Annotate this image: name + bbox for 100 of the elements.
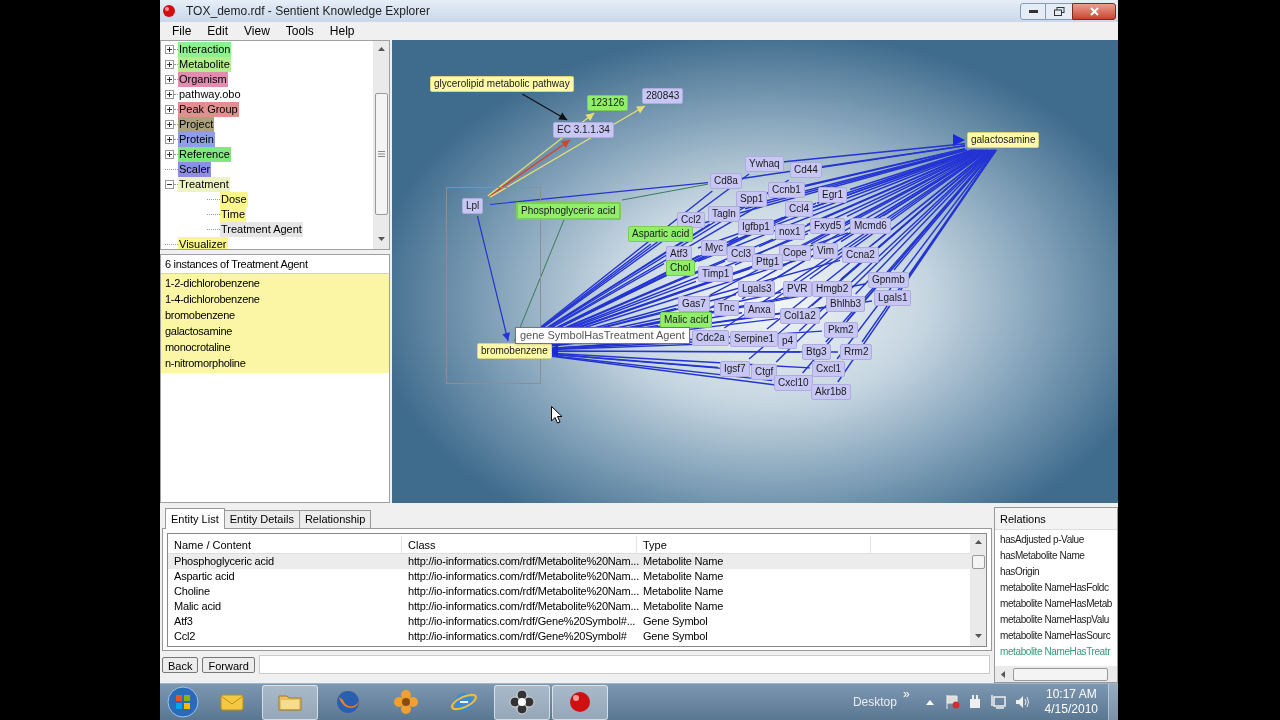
tree-item[interactable]: Time	[220, 207, 247, 222]
graph-node[interactable]: Igsf7	[720, 361, 750, 377]
graph-node[interactable]: Ccna2	[842, 247, 879, 263]
graph-node[interactable]: Pkm2	[824, 322, 858, 338]
nav-button[interactable]: Back	[162, 656, 199, 673]
tab[interactable]: Entity List	[165, 508, 225, 529]
graph-node[interactable]: glycerolipid metabolic pathway	[430, 76, 574, 92]
graph-node[interactable]: Cdc2a	[692, 330, 729, 346]
graph-node[interactable]: Mcmd6	[850, 218, 891, 234]
graph-node[interactable]: 123126	[587, 95, 629, 111]
graph-node[interactable]: Igfbp1	[738, 219, 774, 235]
tree-item[interactable]: Scaler	[178, 162, 212, 177]
list-item[interactable]: metabolite NameHasTreatr	[995, 644, 1117, 660]
graph-node[interactable]: Ctgf	[751, 364, 778, 380]
panel-heading: Relations	[995, 508, 1117, 530]
menu-item[interactable]: Edit	[199, 22, 237, 40]
graph-node[interactable]: bromobenzene	[477, 343, 552, 359]
graph-node[interactable]: Pttg1	[752, 254, 784, 270]
graph-node[interactable]: Cd44	[790, 162, 822, 178]
list-item[interactable]: hasOrigin	[995, 564, 1117, 580]
tree-item[interactable]: Dose	[220, 192, 248, 207]
graph-node[interactable]: Lgals1	[874, 290, 912, 306]
graph-node[interactable]: Bhlhb3	[826, 296, 866, 312]
graph-node[interactable]: Phosphoglyceric acid	[516, 202, 621, 220]
list-item[interactable]: bromobenzene	[161, 307, 389, 323]
tree-item[interactable]: Peak Group	[178, 102, 239, 117]
tree-item[interactable]: Interaction	[178, 42, 232, 57]
menu-item[interactable]: File	[164, 22, 200, 40]
graph-node[interactable]: nox1	[775, 224, 805, 240]
graph-node[interactable]: Ccl2	[677, 212, 705, 228]
graph-node[interactable]: 280843	[642, 88, 684, 104]
column-header[interactable]: Type	[637, 536, 871, 553]
graph-node[interactable]: Cope	[779, 245, 811, 261]
nav-button[interactable]: Forward	[202, 656, 255, 673]
list-item[interactable]: n-nitromorpholine	[161, 355, 389, 371]
tree-item[interactable]: Treatment	[178, 177, 230, 192]
graph-node[interactable]: Rrm2	[840, 344, 873, 360]
list-item[interactable]: monocrotaline	[161, 339, 389, 355]
graph-node[interactable]: Egr1	[818, 187, 848, 203]
tree-item[interactable]: Metabolite	[178, 57, 231, 72]
tab[interactable]: Entity Details	[223, 510, 300, 528]
graph-node[interactable]: Btg3	[802, 344, 831, 360]
list-item[interactable]: metabolite NameHasSourc	[995, 628, 1117, 644]
graph-node[interactable]: Ccnb1	[768, 182, 805, 198]
graph-node[interactable]: galactosamine	[967, 132, 1040, 148]
graph-node[interactable]: Timp1	[698, 266, 734, 282]
graph-node[interactable]: Lgals3	[738, 281, 776, 297]
clock-date[interactable]: 4/15/2010	[1044, 702, 1098, 717]
graph-node[interactable]: p4	[778, 333, 798, 349]
graph-node[interactable]: Cxcl10	[774, 375, 813, 391]
graph-node[interactable]: Tagln	[708, 206, 740, 222]
graph-node[interactable]: Cd8a	[710, 173, 742, 189]
menu-item[interactable]: Help	[321, 22, 363, 40]
graph-node[interactable]: Anxa	[744, 302, 775, 318]
list-item[interactable]: metabolite NameHasFoldc	[995, 580, 1117, 596]
column-header[interactable]: Class	[402, 536, 637, 553]
graph-node[interactable]: Serpine1	[730, 331, 779, 347]
tree-item[interactable]: Project	[178, 117, 215, 132]
graph-node[interactable]: Gas7	[678, 296, 710, 312]
list-item[interactable]: metabolite NameHasMetab	[995, 596, 1117, 612]
table-row[interactable]: Phosphoglyceric acid http://io-informatics.com/rdf/Metabolite%20Nam... Metabolite Name	[168, 554, 970, 569]
table-cell-text: http://io-informatics.com/rdf/Gene%20Symbol#	[407, 629, 628, 644]
tree-item[interactable]: Protein	[178, 132, 215, 147]
menu-item[interactable]: View	[236, 22, 278, 40]
graph-node[interactable]: Ccl3	[727, 246, 755, 262]
graph-node[interactable]: Ywhaq	[745, 156, 784, 172]
tree-item[interactable]: Reference	[178, 147, 231, 162]
graph-node[interactable]: Spp1	[736, 191, 768, 207]
list-item[interactable]: 1-2-dichlorobenzene	[161, 275, 389, 291]
column-header[interactable]: Name / Content	[168, 536, 402, 553]
graph-node[interactable]: Aspartic acid	[628, 226, 694, 242]
graph-node[interactable]: Myc	[701, 240, 728, 256]
graph-node[interactable]: Hmgb2	[812, 281, 853, 297]
graph-node[interactable]: Cxcl1	[812, 361, 845, 377]
graph-node[interactable]: Col1a2	[780, 308, 820, 324]
graph-node[interactable]: Tnc	[714, 300, 739, 316]
graph-node[interactable]: Vim	[813, 243, 839, 259]
graph-node[interactable]: Akr1b8	[811, 384, 851, 400]
tree-item[interactable]: Visualizer	[178, 237, 228, 249]
graph-node[interactable]: Ccl4	[785, 201, 813, 217]
list-item[interactable]: metabolite NameHaspValu	[995, 612, 1117, 628]
graph-node[interactable]: Gpnmb	[868, 272, 909, 288]
table-cell-text: Malic acid	[173, 599, 222, 614]
tree-item[interactable]: Organism	[178, 72, 228, 87]
menu-item[interactable]: Tools	[277, 22, 322, 40]
list-item[interactable]: 1-4-dichlorobenzene	[161, 291, 389, 307]
list-item[interactable]: hasAdjusted p-Value	[995, 532, 1117, 548]
tree-item[interactable]: pathway.obo	[178, 87, 242, 102]
list-item[interactable]: galactosamine	[161, 323, 389, 339]
table-cell-text: Metabolite Name	[642, 569, 725, 584]
window-title: TOX_demo.rdf - Sentient Knowledge Explorer	[186, 3, 430, 20]
list-item[interactable]: hasMetabolite Name	[995, 548, 1117, 564]
graph-node[interactable]: Chol	[666, 260, 695, 276]
graph-node[interactable]: EC 3.1.1.34	[553, 122, 614, 138]
tab[interactable]: Relationship	[298, 510, 372, 528]
graph-node[interactable]: Lpl	[462, 198, 484, 214]
graph-node[interactable]: Malic acid	[660, 312, 713, 328]
graph-node[interactable]: PVR	[783, 281, 812, 297]
graph-node[interactable]: Fxyd5	[810, 218, 846, 234]
tree-item[interactable]: Treatment Agent	[220, 222, 303, 237]
